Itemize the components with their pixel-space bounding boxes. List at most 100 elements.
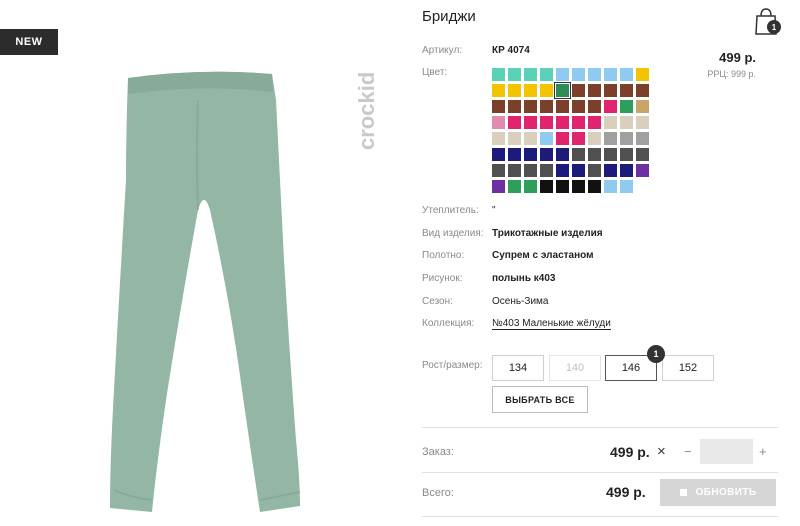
color-label: Цвет:: [422, 67, 448, 78]
color-swatch[interactable]: [556, 116, 569, 129]
color-swatch[interactable]: [604, 84, 617, 97]
color-swatch[interactable]: [556, 180, 569, 193]
color-swatch[interactable]: [556, 132, 569, 145]
color-swatch[interactable]: [556, 164, 569, 177]
color-swatch[interactable]: [524, 84, 537, 97]
color-swatch[interactable]: [572, 132, 585, 145]
color-swatch[interactable]: [540, 148, 553, 161]
color-swatch[interactable]: [524, 148, 537, 161]
article-value: КР 4074: [492, 45, 530, 56]
color-swatch[interactable]: [540, 180, 553, 193]
color-swatch[interactable]: [604, 116, 617, 129]
remove-order-icon[interactable]: ×: [657, 443, 666, 460]
color-swatch[interactable]: [572, 84, 585, 97]
color-swatch[interactable]: [540, 164, 553, 177]
color-swatch[interactable]: [636, 68, 649, 81]
color-swatch[interactable]: [620, 68, 633, 81]
color-swatch[interactable]: [556, 148, 569, 161]
color-swatch[interactable]: [508, 132, 521, 145]
color-swatch[interactable]: [540, 116, 553, 129]
increase-quantity-button[interactable]: +: [759, 444, 767, 459]
color-swatch[interactable]: [492, 148, 505, 161]
color-swatch[interactable]: [572, 116, 585, 129]
color-swatch[interactable]: [588, 148, 601, 161]
color-swatch[interactable]: [636, 132, 649, 145]
color-swatch-grid: [492, 68, 662, 193]
color-swatch[interactable]: [554, 82, 571, 99]
color-swatch[interactable]: [508, 148, 521, 161]
color-swatch[interactable]: [620, 100, 633, 113]
color-swatch[interactable]: [492, 100, 505, 113]
color-swatch[interactable]: [620, 116, 633, 129]
color-swatch[interactable]: [588, 132, 601, 145]
collection-link[interactable]: №403 Маленькие жёлуди: [492, 318, 611, 330]
color-swatch[interactable]: [524, 100, 537, 113]
color-swatch[interactable]: [508, 84, 521, 97]
color-swatch[interactable]: [636, 164, 649, 177]
color-swatch[interactable]: [572, 100, 585, 113]
color-swatch[interactable]: [636, 148, 649, 161]
color-swatch[interactable]: [540, 100, 553, 113]
size-button-152[interactable]: 152: [662, 355, 714, 381]
fabric-label: Полотно:: [422, 250, 465, 261]
color-swatch[interactable]: [588, 164, 601, 177]
color-swatch[interactable]: [508, 180, 521, 193]
color-swatch[interactable]: [492, 84, 505, 97]
color-swatch[interactable]: [556, 100, 569, 113]
color-swatch[interactable]: [524, 68, 537, 81]
color-swatch[interactable]: [508, 164, 521, 177]
color-swatch[interactable]: [620, 132, 633, 145]
color-swatch[interactable]: [636, 84, 649, 97]
total-label: Всего:: [422, 487, 454, 499]
color-swatch[interactable]: [508, 68, 521, 81]
color-swatch[interactable]: [620, 180, 633, 193]
color-swatch[interactable]: [572, 68, 585, 81]
color-swatch[interactable]: [588, 180, 601, 193]
color-swatch[interactable]: [572, 148, 585, 161]
color-swatch[interactable]: [524, 132, 537, 145]
size-button-134[interactable]: 134: [492, 355, 544, 381]
color-swatch[interactable]: [620, 148, 633, 161]
color-swatch[interactable]: [588, 100, 601, 113]
color-swatch[interactable]: [572, 164, 585, 177]
color-swatch[interactable]: [572, 180, 585, 193]
color-swatch[interactable]: [636, 116, 649, 129]
color-swatch[interactable]: [540, 132, 553, 145]
color-swatch[interactable]: [524, 164, 537, 177]
color-swatch[interactable]: [604, 180, 617, 193]
update-button[interactable]: ОБНОВИТЬ: [660, 479, 776, 506]
select-all-button[interactable]: ВЫБРАТЬ ВСЕ: [492, 386, 588, 413]
color-swatch[interactable]: [588, 68, 601, 81]
total-price: 499 р.: [606, 484, 646, 500]
color-swatch[interactable]: [636, 100, 649, 113]
color-swatch[interactable]: [588, 84, 601, 97]
color-swatch[interactable]: [540, 68, 553, 81]
color-swatch[interactable]: [604, 148, 617, 161]
color-swatch[interactable]: [588, 116, 601, 129]
color-swatch[interactable]: [492, 180, 505, 193]
brand-logo-text: crockid: [354, 72, 379, 150]
product-rrp: РРЦ: 999 р.: [707, 69, 756, 79]
pattern-label: Рисунок:: [422, 273, 463, 284]
color-swatch[interactable]: [508, 116, 521, 129]
color-swatch[interactable]: [492, 132, 505, 145]
color-swatch[interactable]: [604, 164, 617, 177]
pattern-value: полынь к403: [492, 273, 556, 284]
color-swatch[interactable]: [508, 100, 521, 113]
color-swatch[interactable]: [492, 68, 505, 81]
color-swatch[interactable]: [620, 84, 633, 97]
color-swatch[interactable]: [524, 180, 537, 193]
color-swatch[interactable]: [604, 100, 617, 113]
color-swatch[interactable]: [524, 116, 537, 129]
quantity-input[interactable]: [700, 439, 753, 464]
color-swatch[interactable]: [604, 68, 617, 81]
type-label: Вид изделия:: [422, 228, 484, 239]
color-swatch[interactable]: [540, 84, 553, 97]
color-swatch[interactable]: [492, 116, 505, 129]
color-swatch[interactable]: [492, 164, 505, 177]
decrease-quantity-button[interactable]: −: [684, 444, 692, 459]
color-swatch[interactable]: [620, 164, 633, 177]
color-swatch[interactable]: [604, 132, 617, 145]
color-swatch[interactable]: [556, 68, 569, 81]
size-button-140[interactable]: 140: [549, 355, 601, 381]
